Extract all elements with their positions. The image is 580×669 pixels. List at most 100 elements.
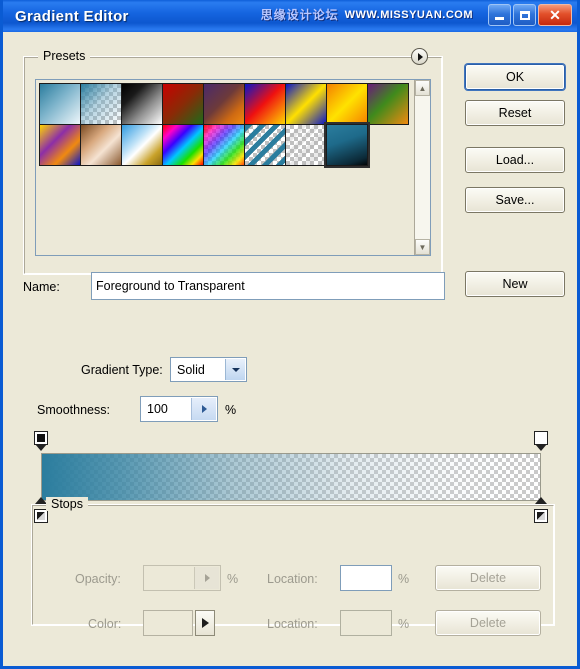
- smoothness-unit: %: [225, 403, 237, 417]
- color-location-input[interactable]: [340, 610, 392, 636]
- watermark-url: WWW.MISSYUAN.COM: [344, 8, 473, 21]
- preset-swatch-fill: [245, 125, 285, 165]
- color-location-label: Location:: [267, 617, 318, 631]
- color-swatch[interactable]: [143, 610, 193, 636]
- close-icon: ✕: [549, 6, 561, 23]
- opacity-stop-pointer-icon: [35, 444, 47, 451]
- gradient-type-select[interactable]: Solid: [170, 357, 247, 382]
- opacity-location-input[interactable]: [340, 565, 392, 591]
- opacity-stop-fill: [537, 434, 545, 442]
- minimize-icon: [495, 16, 504, 20]
- opacity-stop-marker[interactable]: [534, 431, 548, 451]
- preset-swatch[interactable]: [203, 124, 245, 166]
- smoothness-input[interactable]: 100: [140, 396, 218, 422]
- preset-swatch-fill: [40, 84, 80, 124]
- opacity-slider-arrow-icon[interactable]: [194, 567, 219, 589]
- save-button-label: Save...: [495, 193, 535, 207]
- preset-swatch[interactable]: [39, 83, 81, 125]
- gradient-name-input[interactable]: Foreground to Transparent: [91, 272, 445, 300]
- color-stop-pointer-icon: [535, 497, 547, 504]
- preset-swatch[interactable]: [244, 83, 286, 125]
- window-controls: ✕: [488, 4, 572, 26]
- opacity-stop-marker[interactable]: [34, 431, 48, 451]
- opacity-label: Opacity:: [75, 572, 121, 586]
- preset-swatch[interactable]: [121, 83, 163, 125]
- preset-swatch[interactable]: [80, 83, 122, 125]
- preset-swatch-fill: [163, 125, 203, 165]
- preset-options-button[interactable]: [411, 48, 428, 65]
- delete-opacity-stop-button[interactable]: Delete: [435, 565, 541, 591]
- gradient-preview-fill: [42, 454, 540, 500]
- chevron-down-icon[interactable]: [225, 359, 245, 380]
- reset-button[interactable]: Reset: [465, 100, 565, 126]
- presets-scrollbar[interactable]: ▲ ▼: [414, 80, 430, 255]
- load-button[interactable]: Load...: [465, 147, 565, 173]
- scroll-up-button[interactable]: ▲: [415, 80, 430, 96]
- watermark: 思缘设计论坛 WWW.MISSYUAN.COM: [261, 6, 473, 23]
- minimize-button[interactable]: [488, 4, 511, 26]
- smoothness-label: Smoothness:: [37, 403, 110, 417]
- opacity-stop-pointer-icon: [535, 444, 547, 451]
- scroll-down-button[interactable]: ▼: [415, 239, 430, 255]
- gradient-preview-bar[interactable]: [41, 453, 541, 501]
- opacity-unit: %: [227, 572, 239, 586]
- scrollbar-track[interactable]: [415, 96, 430, 239]
- preset-swatch[interactable]: [162, 124, 204, 166]
- gradient-name-value: Foreground to Transparent: [96, 279, 245, 293]
- maximize-icon: [519, 10, 530, 20]
- preset-swatch-fill: [286, 125, 326, 165]
- preset-swatch-fill: [81, 84, 121, 124]
- load-button-label: Load...: [495, 153, 535, 167]
- presets-title: Presets: [38, 49, 91, 63]
- save-button[interactable]: Save...: [465, 187, 565, 213]
- gradient-type-label-text: Gradient Type:: [81, 363, 163, 377]
- opacity-location-unit: %: [398, 572, 410, 586]
- preset-swatch[interactable]: [285, 124, 327, 166]
- preset-swatch[interactable]: [80, 124, 122, 166]
- dialog-body: Presets ▲ ▼ OK Reset Load... Save... Nam…: [3, 32, 577, 666]
- close-button[interactable]: ✕: [538, 4, 572, 26]
- ok-button[interactable]: OK: [465, 64, 565, 90]
- preset-swatch-fill: [204, 84, 244, 124]
- opacity-location-label: Location:: [267, 572, 318, 586]
- color-picker-arrow-icon[interactable]: [195, 610, 215, 636]
- opacity-stop-fill: [37, 434, 45, 442]
- smoothness-value: 100: [147, 402, 168, 416]
- opacity-input[interactable]: [143, 565, 221, 591]
- preset-swatch[interactable]: [39, 124, 81, 166]
- preset-swatch-fill: [327, 125, 367, 165]
- gradient-type-label: Gradient Type:: [81, 363, 163, 377]
- preset-swatch[interactable]: [162, 83, 204, 125]
- presets-group: Presets ▲ ▼: [23, 48, 443, 275]
- delete-color-label: Delete: [469, 616, 507, 630]
- preset-swatch-fill: [327, 84, 367, 124]
- preset-swatch-fill: [122, 84, 162, 124]
- smoothness-slider-arrow-icon[interactable]: [191, 398, 216, 420]
- preset-swatch[interactable]: [367, 83, 409, 125]
- delete-opacity-label: Delete: [469, 571, 507, 585]
- smoothness-label-text: Smoothness:: [37, 403, 110, 417]
- new-button[interactable]: New: [465, 271, 565, 297]
- presets-list[interactable]: ▲ ▼: [35, 79, 431, 256]
- stops-title: Stops: [46, 497, 88, 511]
- preset-swatch-fill: [204, 125, 244, 165]
- gradient-type-value: Solid: [177, 362, 205, 377]
- preset-swatch[interactable]: [203, 83, 245, 125]
- preset-swatch[interactable]: [285, 83, 327, 125]
- name-label-text: Name:: [23, 280, 60, 294]
- new-button-label: New: [502, 277, 528, 291]
- preset-swatch[interactable]: [324, 122, 370, 168]
- preset-swatch-fill: [40, 125, 80, 165]
- delete-color-stop-button[interactable]: Delete: [435, 610, 541, 636]
- gradient-editor-window: Gradient Editor 思缘设计论坛 WWW.MISSYUAN.COM …: [0, 0, 580, 669]
- preset-swatch-fill: [81, 125, 121, 165]
- title-bar[interactable]: Gradient Editor 思缘设计论坛 WWW.MISSYUAN.COM …: [3, 0, 577, 33]
- color-label: Color:: [88, 617, 122, 631]
- watermark-chinese: 思缘设计论坛: [260, 8, 339, 22]
- name-label: Name:: [23, 280, 60, 294]
- preset-swatch-area[interactable]: [36, 80, 414, 255]
- maximize-button[interactable]: [513, 4, 536, 26]
- preset-swatch[interactable]: [244, 124, 286, 166]
- preset-swatch[interactable]: [121, 124, 163, 166]
- preset-swatch[interactable]: [326, 83, 368, 125]
